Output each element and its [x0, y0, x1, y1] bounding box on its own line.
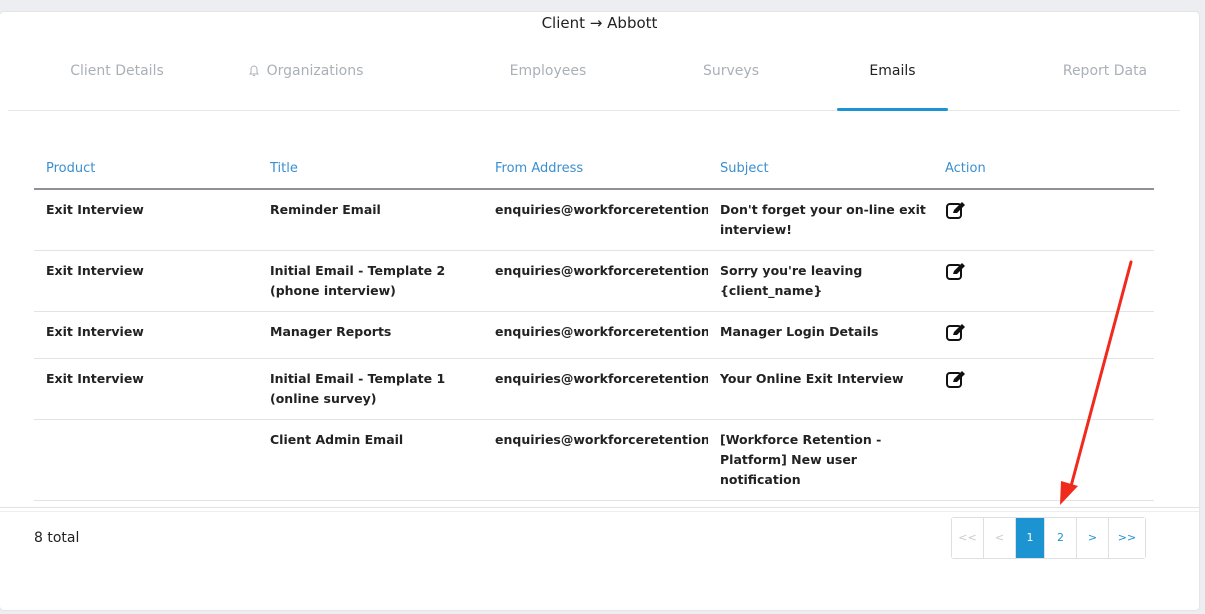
- cell-subject: Manager Login Details: [708, 311, 933, 359]
- edit-icon[interactable]: [945, 200, 967, 220]
- cell-title: Manager Reports: [258, 311, 483, 359]
- edit-icon[interactable]: [945, 369, 967, 389]
- pagination-next-button[interactable]: >: [1077, 518, 1109, 558]
- table-row: Client Admin Email enquiries@workforcere…: [34, 419, 1154, 501]
- cell-subject: [Workforce Retention - Platform] New use…: [708, 419, 933, 501]
- cell-action: [933, 311, 1154, 359]
- cell-title: Reminder Email: [258, 189, 483, 251]
- column-header-action: Action: [933, 160, 1154, 190]
- column-header-title: Title: [258, 160, 483, 190]
- cell-from-address: enquiries@workforceretention.cc: [483, 189, 708, 251]
- page-title: Client → Abbott: [0, 14, 1199, 32]
- cell-from-address: enquiries@workforceretention.cc: [483, 358, 708, 420]
- table-row: Exit Interview Initial Email - Template …: [34, 250, 1154, 312]
- cell-subject: Your Online Exit Interview: [708, 358, 933, 420]
- column-header-subject: Subject: [708, 160, 933, 190]
- cell-subject: Don't forget your on-line exit interview…: [708, 189, 933, 251]
- title-arrow: →: [589, 14, 603, 32]
- cell-action: [933, 419, 1154, 501]
- cell-product: Exit Interview: [34, 358, 258, 420]
- edit-icon[interactable]: [945, 322, 967, 342]
- cell-action: [933, 250, 1154, 312]
- tab-employees[interactable]: Employees: [480, 58, 616, 110]
- edit-icon[interactable]: [945, 261, 967, 281]
- cell-from-address: enquiries@workforceretention.cc: [483, 419, 708, 501]
- footer-divider: [0, 511, 1199, 512]
- pagination-first-button[interactable]: <<: [952, 518, 984, 558]
- cell-product: Exit Interview: [34, 250, 258, 312]
- pagination-page-1[interactable]: 1: [1016, 518, 1045, 558]
- cell-action: [933, 358, 1154, 420]
- cell-action: [933, 189, 1154, 251]
- table-header-row: Product Title From Address Subject Actio…: [34, 160, 1154, 190]
- table-row: Exit Interview Initial Email - Template …: [34, 358, 1154, 420]
- cell-title: Initial Email - Template 2 (phone interv…: [258, 250, 483, 312]
- column-header-product: Product: [34, 160, 258, 190]
- cell-title: Client Admin Email: [258, 419, 483, 501]
- tab-bar: Client Details Organizations Employees S…: [8, 58, 1180, 111]
- pagination: << < 1 2 > >>: [951, 517, 1146, 559]
- title-prefix: Client: [541, 14, 586, 32]
- active-tab-indicator: [837, 108, 948, 111]
- cell-product: Exit Interview: [34, 189, 258, 251]
- total-count: 8 total: [34, 530, 80, 546]
- cell-product: Exit Interview: [34, 311, 258, 359]
- tab-surveys[interactable]: Surveys: [676, 58, 786, 110]
- cell-product: [34, 419, 258, 501]
- column-header-from-address: From Address: [483, 160, 708, 190]
- table-row: Exit Interview Manager Reports enquiries…: [34, 311, 1154, 359]
- tab-report-data[interactable]: Report Data: [1030, 58, 1180, 110]
- tab-client-details[interactable]: Client Details: [8, 58, 226, 110]
- table-row: Exit Interview Reminder Email enquiries@…: [34, 189, 1154, 251]
- tab-organizations[interactable]: Organizations: [226, 58, 386, 110]
- cell-from-address: enquiries@workforceretention.cc: [483, 311, 708, 359]
- pagination-prev-button[interactable]: <: [984, 518, 1016, 558]
- cell-subject: Sorry you're leaving {client_name}: [708, 250, 933, 312]
- cell-title: Initial Email - Template 1 (online surve…: [258, 358, 483, 420]
- tab-emails[interactable]: Emails: [837, 58, 948, 111]
- bell-icon: [248, 65, 259, 77]
- title-client: Abbott: [607, 14, 658, 32]
- pagination-page-2[interactable]: 2: [1045, 518, 1077, 558]
- cell-from-address: enquiries@workforceretention.cc: [483, 250, 708, 312]
- pagination-last-button[interactable]: >>: [1109, 518, 1145, 558]
- footer-divider: [0, 507, 1199, 508]
- emails-table: Product Title From Address Subject Actio…: [34, 160, 1154, 501]
